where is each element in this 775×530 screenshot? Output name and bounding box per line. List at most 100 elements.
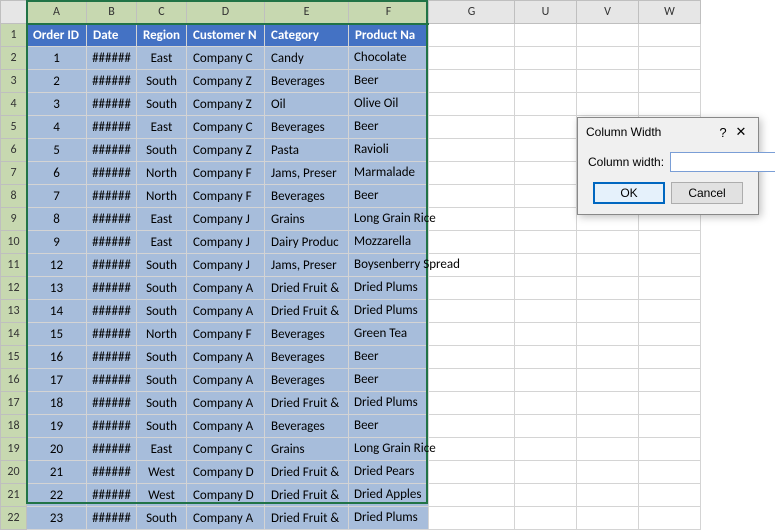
- select-all-corner[interactable]: [1, 1, 27, 24]
- cell[interactable]: North: [137, 185, 187, 208]
- close-icon[interactable]: ✕: [732, 124, 750, 140]
- column-header-D[interactable]: D: [187, 1, 265, 24]
- cell[interactable]: 13: [27, 277, 87, 300]
- cell[interactable]: ######: [87, 461, 137, 484]
- cell[interactable]: ######: [87, 254, 137, 277]
- cell[interactable]: [429, 300, 515, 323]
- cell[interactable]: [515, 415, 577, 438]
- cell[interactable]: 5: [27, 139, 87, 162]
- cell[interactable]: Company C: [187, 116, 265, 139]
- cell[interactable]: Date: [87, 24, 137, 47]
- cell[interactable]: 7: [27, 185, 87, 208]
- cell[interactable]: 3: [27, 93, 87, 116]
- cell[interactable]: [515, 323, 577, 346]
- cell[interactable]: [577, 484, 639, 507]
- cell[interactable]: [429, 24, 515, 47]
- cell[interactable]: [349, 323, 429, 346]
- cell[interactable]: [577, 70, 639, 93]
- cell[interactable]: 15: [27, 323, 87, 346]
- cell[interactable]: [639, 392, 701, 415]
- cell[interactable]: [349, 231, 429, 254]
- cell[interactable]: [577, 346, 639, 369]
- cell[interactable]: [515, 369, 577, 392]
- cell[interactable]: [429, 116, 515, 139]
- cell[interactable]: ######: [87, 208, 137, 231]
- row-header[interactable]: 22: [1, 507, 27, 530]
- cell[interactable]: 12: [27, 254, 87, 277]
- cell[interactable]: Company J: [187, 254, 265, 277]
- cell[interactable]: [429, 139, 515, 162]
- cell[interactable]: [515, 231, 577, 254]
- cell[interactable]: ######: [87, 323, 137, 346]
- column-header-V[interactable]: V: [577, 1, 639, 24]
- cell[interactable]: North: [137, 323, 187, 346]
- cell[interactable]: Pasta: [265, 139, 349, 162]
- cell[interactable]: South: [137, 70, 187, 93]
- cell[interactable]: South: [137, 507, 187, 530]
- cell[interactable]: Dried Fruit &: [265, 484, 349, 507]
- cell[interactable]: [639, 70, 701, 93]
- cell[interactable]: [577, 415, 639, 438]
- cell[interactable]: Grains: [265, 208, 349, 231]
- cell[interactable]: ######: [87, 484, 137, 507]
- cell[interactable]: ######: [87, 139, 137, 162]
- cell[interactable]: [349, 369, 429, 392]
- cell[interactable]: Company A: [187, 369, 265, 392]
- cell[interactable]: ######: [87, 47, 137, 70]
- row-header[interactable]: 6: [1, 139, 27, 162]
- cell[interactable]: [349, 254, 429, 277]
- row-header[interactable]: 5: [1, 116, 27, 139]
- cell[interactable]: Region: [137, 24, 187, 47]
- cell[interactable]: Dried Fruit &: [265, 392, 349, 415]
- row-header[interactable]: 2: [1, 47, 27, 70]
- cell[interactable]: [577, 254, 639, 277]
- cell[interactable]: [429, 208, 515, 231]
- cell[interactable]: South: [137, 346, 187, 369]
- cell[interactable]: Beverages: [265, 369, 349, 392]
- cell[interactable]: Company Z: [187, 70, 265, 93]
- cell[interactable]: [515, 254, 577, 277]
- cell[interactable]: [515, 484, 577, 507]
- cell[interactable]: ######: [87, 438, 137, 461]
- cell[interactable]: 8: [27, 208, 87, 231]
- cell[interactable]: [429, 415, 515, 438]
- cell[interactable]: ######: [87, 93, 137, 116]
- column-header-A[interactable]: A: [27, 1, 87, 24]
- row-header[interactable]: 13: [1, 300, 27, 323]
- cell[interactable]: Dried Fruit &: [265, 300, 349, 323]
- cell[interactable]: [639, 438, 701, 461]
- column-header-C[interactable]: C: [137, 1, 187, 24]
- row-header[interactable]: 14: [1, 323, 27, 346]
- cell[interactable]: [515, 438, 577, 461]
- cell[interactable]: [639, 93, 701, 116]
- cell[interactable]: South: [137, 277, 187, 300]
- row-header[interactable]: 20: [1, 461, 27, 484]
- cell[interactable]: [349, 277, 429, 300]
- cell[interactable]: Company A: [187, 277, 265, 300]
- cell[interactable]: [349, 47, 429, 70]
- cell[interactable]: [577, 277, 639, 300]
- cell[interactable]: 4: [27, 116, 87, 139]
- cell[interactable]: Order ID: [27, 24, 87, 47]
- cell[interactable]: ######: [87, 116, 137, 139]
- cell[interactable]: East: [137, 438, 187, 461]
- help-icon[interactable]: ?: [714, 125, 732, 140]
- cell[interactable]: [429, 484, 515, 507]
- cell[interactable]: 20: [27, 438, 87, 461]
- cell[interactable]: Company A: [187, 346, 265, 369]
- cell[interactable]: [349, 139, 429, 162]
- cell[interactable]: [429, 277, 515, 300]
- row-header[interactable]: 10: [1, 231, 27, 254]
- cell[interactable]: Candy: [265, 47, 349, 70]
- cell[interactable]: [429, 369, 515, 392]
- cell[interactable]: [577, 461, 639, 484]
- column-width-input[interactable]: [670, 152, 775, 172]
- cell[interactable]: Beverages: [265, 415, 349, 438]
- cell[interactable]: [429, 70, 515, 93]
- cell[interactable]: ######: [87, 185, 137, 208]
- cell[interactable]: Dairy Produc: [265, 231, 349, 254]
- cell[interactable]: ######: [87, 162, 137, 185]
- column-header-W[interactable]: W: [639, 1, 701, 24]
- cell[interactable]: Product Na: [349, 24, 429, 47]
- ok-button[interactable]: OK: [593, 182, 665, 204]
